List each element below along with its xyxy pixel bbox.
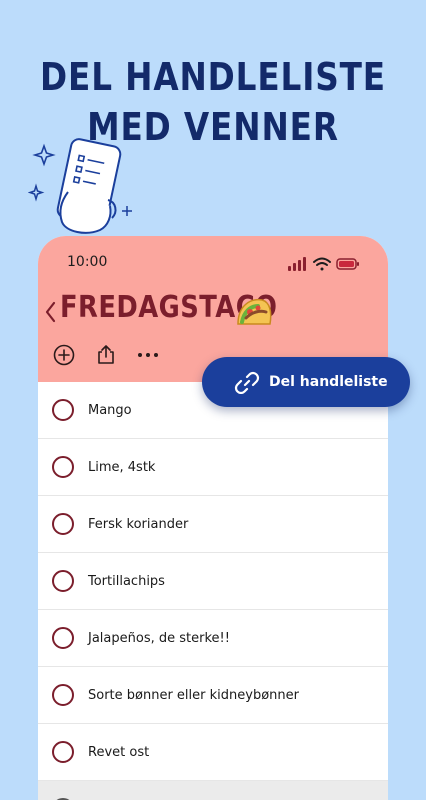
signal-icon: [288, 257, 306, 271]
share-list-button[interactable]: [93, 342, 119, 368]
checkbox[interactable]: [52, 627, 74, 649]
link-icon: [234, 371, 260, 394]
checkbox[interactable]: [52, 513, 74, 535]
checkbox[interactable]: [52, 399, 74, 421]
share-icon: [98, 345, 114, 364]
list-item[interactable]: Lime, 4stk: [38, 439, 388, 496]
list-item-label: Jalapeños, de sterke!!: [88, 631, 230, 646]
list-item[interactable]: Fersk koriander: [38, 496, 388, 553]
share-button-label: Del handleliste: [269, 374, 388, 390]
list-item[interactable]: Jalapeños, de sterke!!: [38, 610, 388, 667]
list-item-label: Tortillachips: [88, 574, 165, 589]
list-item[interactable]: Revet ost: [38, 724, 388, 781]
checkbox[interactable]: [52, 570, 74, 592]
checkbox[interactable]: [52, 741, 74, 763]
headline-line-1: DEL HANDLELISTE: [40, 55, 386, 99]
list-item-label: Mango: [88, 403, 132, 418]
list-item-label: Revet ost: [88, 745, 150, 760]
list-item-label: Fersk koriander: [88, 517, 189, 532]
phone-mockup: 10:00 FREDAGSTACO Mango Lime, 4stk Fersk…: [38, 236, 388, 800]
add-item-button[interactable]: [51, 342, 77, 368]
add-icon: [53, 344, 75, 366]
wifi-icon: [313, 257, 331, 271]
list-item-label: Lime, 4stk: [88, 460, 156, 475]
hand-holding-phone-illustration: [28, 138, 132, 234]
more-options-button[interactable]: [135, 342, 161, 368]
checkbox[interactable]: [52, 684, 74, 706]
battery-icon: [336, 258, 359, 270]
share-shopping-list-button[interactable]: Del handleliste: [202, 357, 410, 407]
taco-icon: [237, 298, 272, 325]
more-icon: [138, 353, 158, 357]
list-item[interactable]: Sorte bønner eller kidneybønner: [38, 667, 388, 724]
list-item-label: Sorte bønner eller kidneybønner: [88, 688, 299, 703]
list-item[interactable]: [38, 781, 388, 800]
status-icons: [288, 257, 359, 271]
list-item[interactable]: Tortillachips: [38, 553, 388, 610]
shopping-list: Mango Lime, 4stk Fersk koriander Tortill…: [38, 382, 388, 800]
back-chevron-icon[interactable]: [43, 300, 57, 324]
checkbox[interactable]: [52, 456, 74, 478]
status-time: 10:00: [67, 254, 108, 270]
